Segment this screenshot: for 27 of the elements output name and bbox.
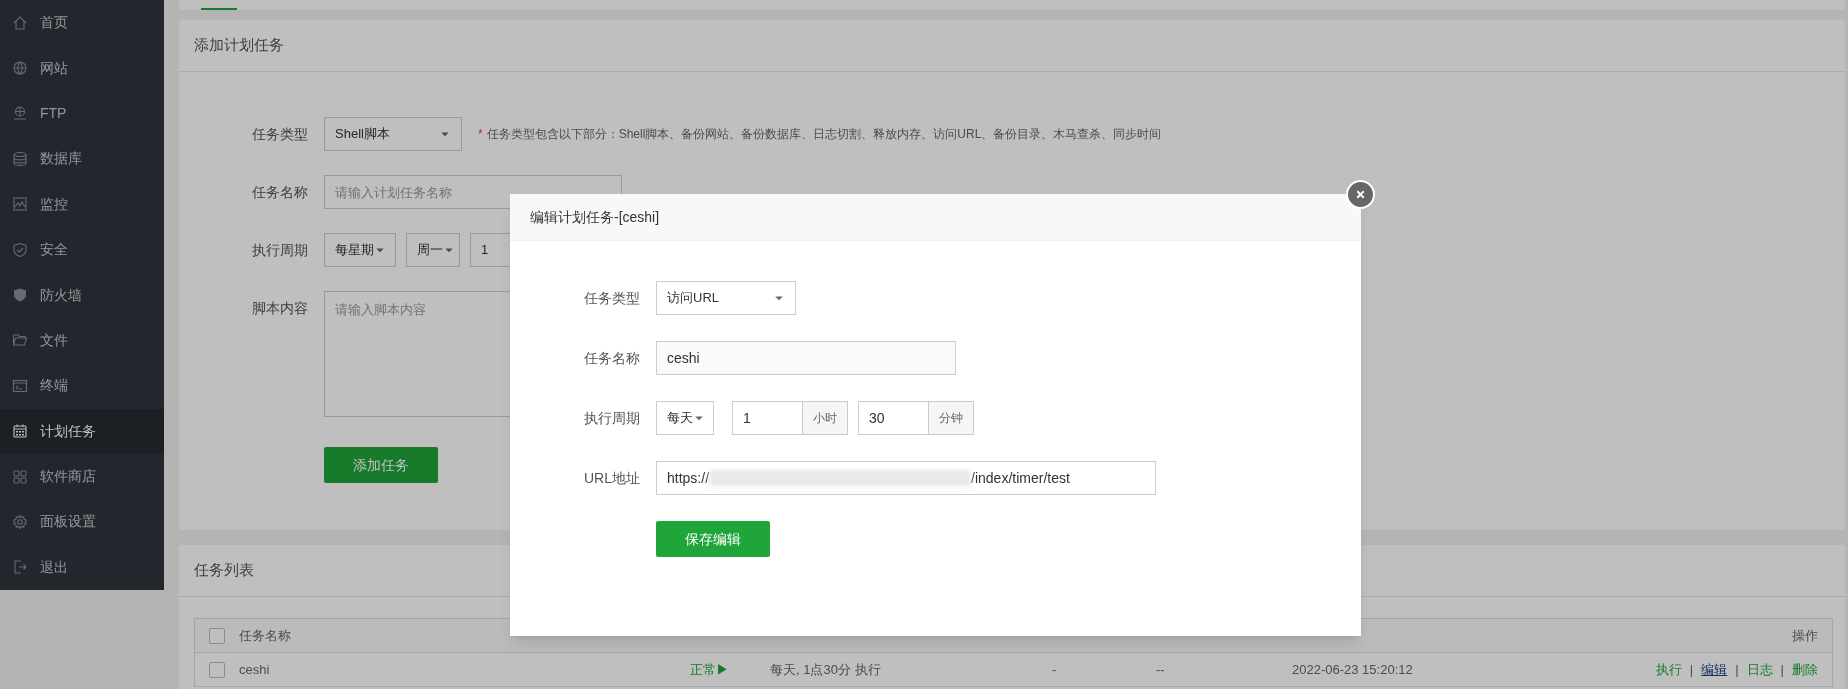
- field-label: URL地址: [583, 468, 640, 488]
- unit-label: 小时: [803, 402, 847, 434]
- field-label: 任务名称: [583, 348, 640, 368]
- separator-text: |: [1689, 660, 1694, 679]
- separator-text: |: [1780, 660, 1784, 679]
- unit-label: 分钟: [929, 402, 973, 434]
- table-cell-text: --: [1156, 660, 1165, 679]
- field-label: 执行周期: [251, 241, 308, 260]
- url-text: https://: [667, 468, 710, 488]
- table-cell-text: -: [1052, 660, 1057, 679]
- card-title: 添加计划任务: [194, 35, 284, 56]
- required-mark: *: [478, 126, 483, 143]
- column-header: 操作: [1792, 626, 1818, 645]
- card-title: 任务列表: [194, 560, 254, 581]
- field-label: 执行周期: [583, 408, 640, 428]
- column-header: 任务名称: [239, 626, 291, 645]
- hint-text: 任务类型包含以下部分：Shell脚本、备份网站、备份数据库、日志切割、释放内存、访问URL、备份目录、木马查杀、同步时间: [486, 126, 1162, 143]
- table-cell-text: 2022-06-23 15:20:12: [1292, 660, 1413, 679]
- separator-text: |: [1735, 660, 1739, 679]
- field-label: 任务名称: [251, 183, 308, 202]
- table-cell-text: ceshi: [239, 660, 270, 679]
- url-text: /index/timer/test: [971, 468, 1070, 488]
- field-label: 任务类型: [583, 288, 640, 308]
- table-cell-text: 每天, 1点30分 执行: [770, 660, 881, 679]
- field-label: 脚本内容: [251, 299, 308, 318]
- field-label: 任务类型: [251, 125, 308, 144]
- modal-title: 编辑计划任务-[ceshi]: [530, 207, 660, 227]
